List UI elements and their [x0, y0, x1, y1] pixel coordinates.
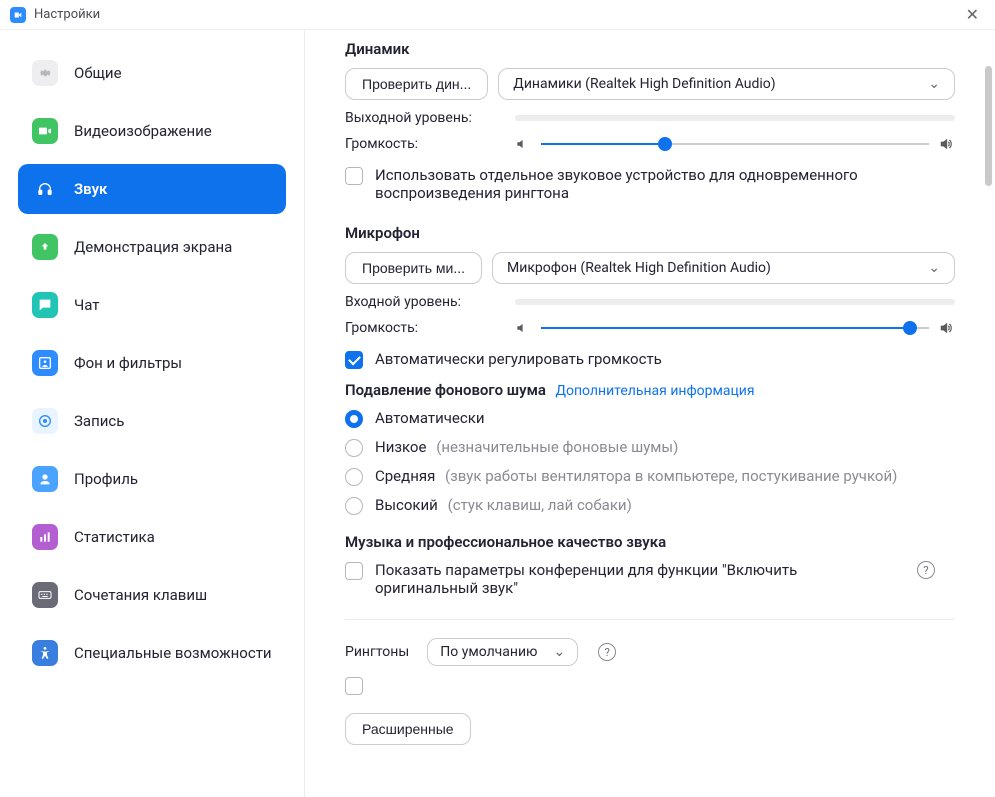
sidebar-item-label: Чат [74, 296, 100, 314]
sidebar-item-screenshare[interactable]: Демонстрация экрана [18, 222, 286, 272]
ringtone-value: По умолчанию [440, 644, 537, 660]
volume-low-icon [515, 137, 531, 151]
sidebar-item-statistics[interactable]: Статистика [18, 512, 286, 562]
output-level-meter [515, 115, 955, 121]
close-icon[interactable]: ✕ [960, 3, 985, 26]
mic-section: Микрофон Проверить ми... Микрофон (Realt… [345, 224, 955, 597]
speaker-volume-label: Громкость: [345, 136, 505, 152]
sidebar-item-label: Общие [74, 64, 122, 82]
sidebar-item-general[interactable]: Общие [18, 48, 286, 98]
speaker-device-select[interactable]: Динамики (Realtek High Definition Audio)… [498, 68, 955, 100]
input-level-label: Входной уровень: [345, 294, 505, 310]
sidebar: Общие Видеоизображение Звук Демонстрация… [0, 30, 305, 797]
gear-icon [32, 60, 58, 86]
noise-auto-radio[interactable] [345, 410, 363, 428]
original-sound-checkbox[interactable] [345, 562, 363, 580]
auto-adjust-volume-label: Автоматически регулировать громкость [375, 350, 662, 368]
sidebar-item-video[interactable]: Видеоизображение [18, 106, 286, 156]
chevron-down-icon: ⌄ [928, 76, 940, 92]
accessibility-icon [32, 640, 58, 666]
background-icon [32, 350, 58, 376]
noise-high-radio[interactable] [345, 497, 363, 515]
sidebar-item-label: Фон и фильтры [74, 354, 182, 372]
speaker-device-value: Динамики (Realtek High Definition Audio) [513, 76, 775, 92]
sidebar-item-label: Видеоизображение [74, 122, 212, 140]
sidebar-item-label: Статистика [74, 528, 155, 546]
mic-volume-label: Громкость: [345, 320, 505, 336]
sidebar-item-label: Запись [74, 412, 124, 430]
share-screen-icon [32, 234, 58, 260]
sidebar-item-recording[interactable]: Запись [18, 396, 286, 446]
chevron-down-icon: ⌄ [553, 644, 565, 660]
chat-icon [32, 292, 58, 318]
mic-device-value: Микрофон (Realtek High Definition Audio) [507, 260, 771, 276]
window-title: Настройки [34, 7, 100, 22]
divider [345, 619, 955, 620]
content-pane: Динамик Проверить дин... Динамики (Realt… [305, 30, 995, 797]
advanced-button[interactable]: Расширенные [345, 713, 471, 745]
video-icon [32, 118, 58, 144]
headphones-icon [32, 176, 58, 202]
stats-icon [32, 524, 58, 550]
sidebar-item-label: Специальные возможности [74, 644, 272, 662]
mic-volume-slider[interactable] [515, 321, 955, 335]
scrollbar-thumb[interactable] [985, 66, 992, 186]
sidebar-item-label: Профиль [74, 470, 138, 488]
auto-adjust-volume-checkbox[interactable] [345, 351, 363, 369]
noise-high-hint: (стук клавиш, лай собаки) [448, 496, 632, 514]
volume-high-icon [939, 321, 955, 335]
keyboard-icon [32, 582, 58, 608]
noise-high-label: Высокий [375, 496, 438, 514]
noise-suppression-title: Подавление фонового шума [345, 381, 546, 399]
sidebar-item-label: Сочетания клавиш [74, 586, 207, 604]
help-icon[interactable]: ? [598, 643, 616, 661]
test-speaker-button[interactable]: Проверить дин... [345, 68, 488, 100]
separate-ringtone-device-label: Использовать отдельное звуковое устройст… [375, 166, 875, 202]
sidebar-item-label: Звук [74, 180, 107, 198]
original-sound-label: Показать параметры конференции для функц… [375, 561, 895, 597]
input-level-meter [515, 299, 955, 305]
ringtone-select[interactable]: По умолчанию ⌄ [427, 638, 578, 666]
noise-low-hint: (незначительные фоновые шумы) [436, 438, 678, 456]
output-level-label: Выходной уровень: [345, 110, 505, 126]
volume-high-icon [939, 137, 955, 151]
speaker-title: Динамик [345, 40, 955, 58]
volume-low-icon [515, 321, 531, 335]
music-section-title: Музыка и профессиональное качество звука [345, 533, 955, 551]
record-icon [32, 408, 58, 434]
test-mic-button[interactable]: Проверить ми... [345, 252, 482, 284]
noise-auto-label: Автоматически [375, 409, 485, 427]
separate-ringtone-device-checkbox[interactable] [345, 167, 363, 185]
profile-icon [32, 466, 58, 492]
sidebar-item-shortcuts[interactable]: Сочетания клавиш [18, 570, 286, 620]
noise-low-radio[interactable] [345, 439, 363, 457]
sidebar-item-chat[interactable]: Чат [18, 280, 286, 330]
sidebar-item-accessibility[interactable]: Специальные возможности [18, 628, 286, 678]
chevron-down-icon: ⌄ [928, 260, 940, 276]
sidebar-item-background[interactable]: Фон и фильтры [18, 338, 286, 388]
sidebar-item-label: Демонстрация экрана [74, 238, 232, 256]
ringtone-label: Рингтоны [345, 644, 409, 660]
app-icon [10, 7, 26, 23]
mic-title: Микрофон [345, 224, 955, 242]
noise-low-label: Низкое [375, 438, 426, 456]
noise-more-info-link[interactable]: Дополнительная информация [555, 383, 754, 399]
sidebar-item-audio[interactable]: Звук [18, 164, 286, 214]
sidebar-item-profile[interactable]: Профиль [18, 454, 286, 504]
noise-medium-radio[interactable] [345, 468, 363, 486]
speaker-section: Динамик Проверить дин... Динамики (Realt… [345, 40, 955, 202]
titlebar: Настройки ✕ [0, 0, 995, 30]
help-icon[interactable]: ? [917, 561, 935, 579]
unknown-checkbox[interactable] [345, 677, 363, 695]
noise-medium-label: Средняя [375, 467, 435, 485]
mic-device-select[interactable]: Микрофон (Realtek High Definition Audio)… [492, 252, 955, 284]
speaker-volume-slider[interactable] [515, 137, 955, 151]
noise-medium-hint: (звук работы вентилятора в компьютере, п… [445, 467, 897, 485]
